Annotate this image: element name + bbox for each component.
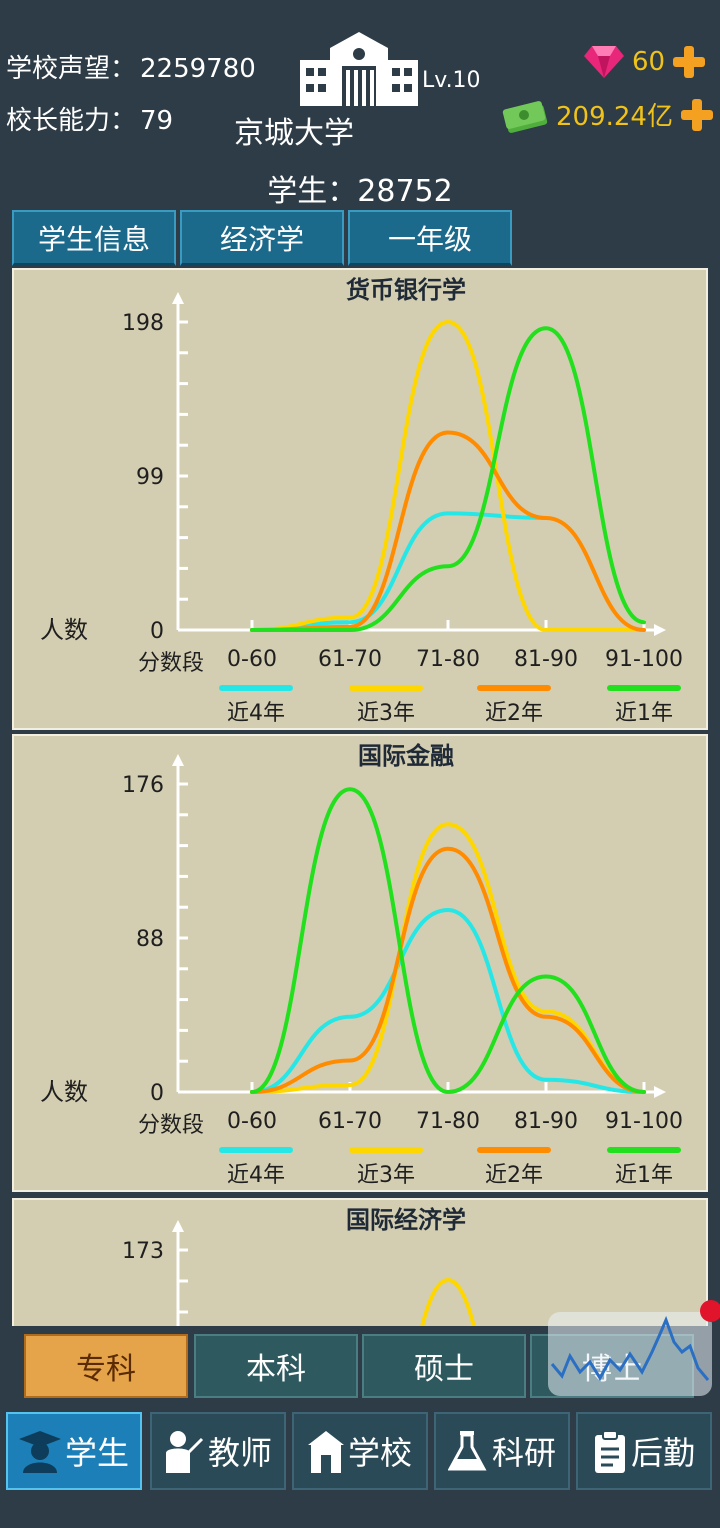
- x-tick-label: 71-80: [416, 1109, 480, 1134]
- nav-teachers-label: 教师: [207, 1434, 272, 1472]
- filter-tabs: 学生信息 经济学 一年级: [12, 210, 512, 266]
- score-distribution-chart-1: 货币银行学 0 99 198 人数分数段 0-60 61-70 71-80 81-90 91-10…: [40, 276, 683, 726]
- level-tab-bachelor[interactable]: 本科: [194, 1334, 358, 1398]
- gems-value: 60: [632, 47, 666, 77]
- y-tick-label: 99: [136, 465, 164, 490]
- wave-chart-icon: [550, 1315, 710, 1381]
- students-label: 学生：: [267, 174, 358, 209]
- x-tick-label: 91-100: [605, 1109, 683, 1134]
- score-distribution-chart-2: 国际金融 0 88 176 人数分数段 0-60 61-70 71-80 81-90 91-100…: [40, 742, 683, 1188]
- y-axis-label: 人数: [40, 1078, 88, 1106]
- school-building-icon[interactable]: [300, 32, 418, 106]
- x-tick-label: 0-60: [227, 647, 277, 672]
- series-line: [250, 430, 646, 632]
- series-line: [250, 319, 646, 633]
- x-axis-label: 分数段: [138, 1113, 204, 1138]
- x-axis-arrow: [654, 1086, 666, 1098]
- nav-logistics-label: 后勤: [630, 1434, 695, 1472]
- nav-students-label: 学生: [64, 1434, 129, 1472]
- series-line: [250, 907, 646, 1094]
- chart-title: 货币银行学: [346, 276, 466, 304]
- y-axis-arrow: [172, 754, 184, 766]
- series-line: [250, 787, 646, 1095]
- school-name: 京城大学: [234, 116, 354, 151]
- y-tick-label: 198: [122, 311, 164, 336]
- chart-title: 国际金融: [358, 742, 454, 770]
- students-value: 28752: [357, 174, 453, 209]
- x-tick-label: 61-70: [318, 1109, 382, 1134]
- add-gems-icon[interactable]: [673, 46, 706, 78]
- nav-school[interactable]: 学校: [292, 1412, 428, 1490]
- legend-label: 近4年: [227, 701, 285, 726]
- ability-label: 校长能力：: [6, 106, 137, 136]
- legend-label: 近3年: [357, 1163, 415, 1188]
- legend-label: 近4年: [227, 1163, 285, 1188]
- x-axis-label: 分数段: [138, 651, 204, 676]
- ability-value: 79: [140, 106, 174, 136]
- y-tick-label: 176: [122, 773, 164, 798]
- y-tick-label: 0: [150, 619, 164, 644]
- y-tick-label: 173: [122, 1239, 164, 1264]
- gem-icon: [584, 46, 624, 78]
- nav-logistics[interactable]: 后勤: [576, 1412, 712, 1490]
- level-tab-associate[interactable]: 专科: [24, 1334, 188, 1398]
- x-tick-label: 91-100: [605, 647, 683, 672]
- legend-label: 近2年: [485, 1163, 543, 1188]
- y-axis-arrow: [172, 292, 184, 304]
- legend-label: 近1年: [615, 1163, 673, 1188]
- clipboard-icon: [594, 1430, 625, 1473]
- y-axis-arrow: [172, 1220, 184, 1232]
- x-axis-arrow: [654, 624, 666, 636]
- reputation: 学校声望： 2259780: [6, 48, 256, 85]
- series-line: [250, 822, 646, 1094]
- tab-grade[interactable]: 一年级: [348, 210, 512, 266]
- chart-panel-2: 国际金融 0 88 176 人数分数段 0-60 61-70 71-80 81-90 91-100…: [12, 734, 708, 1192]
- school-icon: [307, 1431, 344, 1473]
- tab-major[interactable]: 经济学: [180, 210, 344, 266]
- student-count: 学生：28752: [0, 166, 720, 210]
- money-icon: [502, 100, 548, 133]
- nav-teachers[interactable]: 教师: [150, 1412, 286, 1490]
- nav-students[interactable]: 学生: [6, 1412, 142, 1490]
- nav-research-label: 科研: [491, 1434, 556, 1472]
- x-tick-label: 81-90: [514, 647, 578, 672]
- chart-panel-1: 货币银行学 0 99 198 人数分数段 0-60 61-70 71-80 81-90 91-10…: [12, 268, 708, 730]
- nav-research[interactable]: 科研: [434, 1412, 570, 1490]
- y-tick-label: 0: [150, 1081, 164, 1106]
- legend-label: 近3年: [357, 701, 415, 726]
- chart-title: 国际经济学: [346, 1206, 466, 1234]
- tab-student-info[interactable]: 学生信息: [12, 210, 176, 266]
- y-axis-label: 人数: [40, 616, 88, 644]
- add-money-icon[interactable]: [680, 98, 713, 131]
- legend-label: 近1年: [615, 701, 673, 726]
- graduate-icon: [18, 1431, 61, 1473]
- principal-ability: 校长能力： 79: [6, 100, 173, 137]
- notification-dot: [700, 1300, 720, 1322]
- reputation-label: 学校声望：: [6, 54, 137, 84]
- school-level: Lv.10: [422, 68, 481, 93]
- x-tick-label: 71-80: [416, 647, 480, 672]
- flask-icon: [447, 1431, 487, 1471]
- money-counter: 209.24亿: [502, 96, 713, 133]
- x-tick-label: 0-60: [227, 1109, 277, 1134]
- money-value: 209.24亿: [556, 102, 673, 132]
- bottom-nav: 学生 教师 学校 科研 后勤: [0, 1408, 720, 1528]
- floating-widget[interactable]: [548, 1312, 712, 1396]
- series-line: [250, 326, 646, 633]
- reputation-value: 2259780: [140, 54, 256, 84]
- gems-counter: 60: [584, 44, 706, 80]
- level-tab-master[interactable]: 硕士: [362, 1334, 526, 1398]
- nav-school-label: 学校: [347, 1434, 412, 1472]
- x-tick-label: 61-70: [318, 647, 382, 672]
- legend-label: 近2年: [485, 701, 543, 726]
- teacher-icon: [165, 1431, 204, 1473]
- y-tick-label: 88: [136, 927, 164, 952]
- x-tick-label: 81-90: [514, 1109, 578, 1134]
